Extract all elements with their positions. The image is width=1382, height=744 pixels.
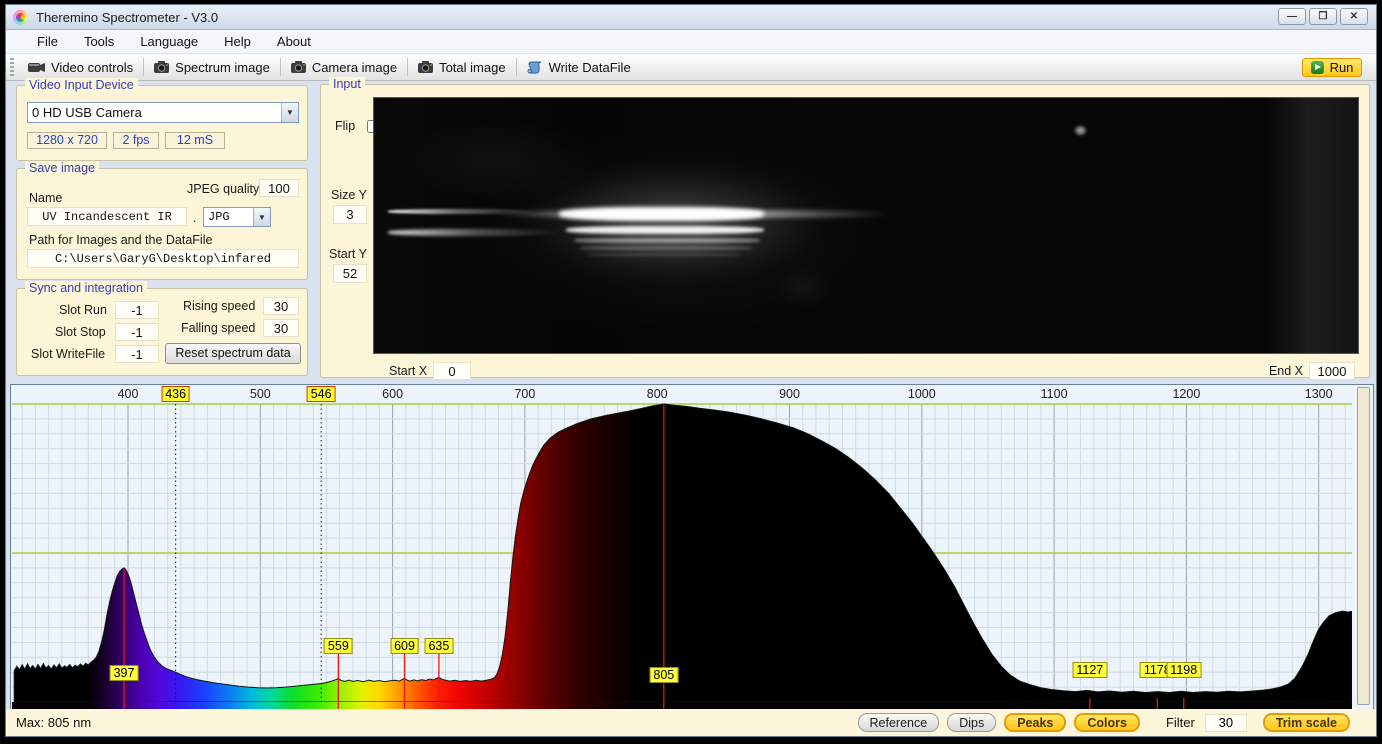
- start-x-field[interactable]: [433, 362, 471, 380]
- video-camera-icon: [28, 61, 45, 73]
- main-beam-line2: [566, 226, 764, 234]
- filter-label: Filter: [1166, 715, 1195, 730]
- dot-separator: .: [193, 211, 196, 225]
- camera-right-shade: [1268, 98, 1358, 353]
- fps-button[interactable]: 2 fps: [113, 132, 159, 149]
- slot-writefile-field[interactable]: [115, 345, 159, 363]
- rising-speed-label: Rising speed: [183, 299, 255, 313]
- restore-button[interactable]: ❐: [1309, 8, 1337, 25]
- slot-stop-field[interactable]: [115, 323, 159, 341]
- menu-item-tools[interactable]: Tools: [71, 32, 127, 51]
- image-format-select[interactable]: JPG ▼: [203, 207, 271, 227]
- save-image-group: Save image JPEG quality Name . JPG ▼ Pat…: [16, 168, 308, 280]
- group-title: Input: [329, 77, 365, 91]
- spectrum-image-button[interactable]: Spectrum image: [146, 58, 278, 77]
- window-title: Theremino Spectrometer - V3.0: [36, 10, 218, 25]
- falling-speed-label: Falling speed: [181, 321, 255, 335]
- camera-feed: [373, 97, 1359, 354]
- path-field[interactable]: [27, 249, 299, 268]
- scroll-icon: [527, 61, 543, 74]
- video-device-select[interactable]: 0 HD USB Camera ▼: [27, 102, 299, 123]
- start-x-label: Start X: [389, 364, 427, 378]
- tool-bar: Video controls Spectrum image Camera ima…: [6, 54, 1376, 81]
- colors-button[interactable]: Colors: [1074, 713, 1140, 732]
- group-title: Save image: [25, 161, 99, 175]
- write-datafile-button[interactable]: Write DataFile: [519, 58, 639, 77]
- play-icon: [1311, 61, 1324, 74]
- group-title: Sync and integration: [25, 281, 147, 295]
- camera-icon: [154, 61, 169, 73]
- menu-item-file[interactable]: File: [24, 32, 71, 51]
- input-group: Input Flip Size Y Start Y Start X End X: [320, 84, 1370, 378]
- image-name-field[interactable]: [27, 207, 187, 226]
- chart-scrollbar[interactable]: [1357, 387, 1370, 705]
- title-bar: Theremino Spectrometer - V3.0 — ❐ ✕: [6, 5, 1376, 30]
- close-button[interactable]: ✕: [1340, 8, 1368, 25]
- spectrum-svg[interactable]: [12, 385, 1352, 710]
- main-beam-line3: [574, 238, 760, 243]
- total-image-button[interactable]: Total image: [410, 58, 513, 77]
- beam-glow: [524, 168, 824, 278]
- menu-item-language[interactable]: Language: [127, 32, 211, 51]
- video-controls-button[interactable]: Video controls: [20, 58, 141, 77]
- reference-button[interactable]: Reference: [858, 713, 940, 732]
- slot-stop-label: Slot Stop: [55, 325, 106, 339]
- max-peak-readout: Max: 805 nm: [16, 715, 91, 730]
- start-y-field[interactable]: [333, 264, 367, 283]
- video-input-group: Video Input Device 0 HD USB Camera ▼ 128…: [16, 85, 308, 161]
- chevron-down-icon: ▼: [281, 103, 298, 122]
- trim-scale-button[interactable]: Trim scale: [1263, 713, 1350, 732]
- slot-writefile-label: Slot WriteFile: [31, 347, 105, 361]
- jpeg-quality-label: JPEG quality: [187, 182, 259, 196]
- end-x-label: End X: [1269, 364, 1303, 378]
- slot-run-field[interactable]: [115, 301, 159, 319]
- end-x-field[interactable]: [1309, 362, 1355, 380]
- dips-button[interactable]: Dips: [947, 713, 996, 732]
- run-button[interactable]: Run: [1302, 58, 1362, 77]
- sync-group: Sync and integration Slot Run Slot Stop …: [16, 288, 308, 376]
- app-window: Theremino Spectrometer - V3.0 — ❐ ✕ File…: [5, 4, 1377, 737]
- main-beam-line4: [580, 246, 752, 250]
- chevron-down-icon: ▼: [253, 208, 270, 226]
- app-icon: [13, 10, 28, 25]
- rising-speed-field[interactable]: [263, 297, 299, 315]
- toolbar-grip[interactable]: [10, 58, 14, 76]
- menu-item-help[interactable]: Help: [211, 32, 264, 51]
- camera-noise: [374, 98, 1358, 353]
- slot-run-label: Slot Run: [59, 303, 107, 317]
- size-y-field[interactable]: [333, 205, 367, 224]
- main-beam-wings: [494, 210, 894, 218]
- peaks-button[interactable]: Peaks: [1004, 713, 1066, 732]
- reset-spectrum-button[interactable]: Reset spectrum data: [165, 343, 301, 364]
- menu-item-about[interactable]: About: [264, 32, 324, 51]
- camera-icon: [418, 61, 433, 73]
- name-label: Name: [29, 191, 62, 205]
- camera-image-button[interactable]: Camera image: [283, 58, 405, 77]
- minimize-button[interactable]: —: [1278, 8, 1306, 25]
- start-y-label: Start Y: [329, 247, 367, 261]
- falling-speed-field[interactable]: [263, 319, 299, 337]
- filter-field[interactable]: [1205, 714, 1247, 732]
- size-y-label: Size Y: [331, 188, 367, 202]
- group-title: Video Input Device: [25, 78, 138, 92]
- path-label: Path for Images and the DataFile: [29, 233, 212, 247]
- jpeg-quality-field[interactable]: [259, 179, 299, 197]
- main-beam-line5: [586, 253, 741, 256]
- exposure-button[interactable]: 12 mS: [165, 132, 225, 149]
- resolution-button[interactable]: 1280 x 720: [27, 132, 107, 149]
- status-bar: Max: 805 nm Reference Dips Peaks Colors …: [6, 709, 1376, 736]
- camera-icon: [291, 61, 306, 73]
- bright-dot: [1074, 125, 1087, 136]
- spectrum-chart: 4005006007008009001000110012001300436546…: [10, 384, 1374, 711]
- spectrum-plot[interactable]: 4005006007008009001000110012001300436546…: [12, 385, 1352, 710]
- flip-label: Flip: [335, 119, 355, 133]
- menu-bar: File Tools Language Help About: [6, 30, 1376, 54]
